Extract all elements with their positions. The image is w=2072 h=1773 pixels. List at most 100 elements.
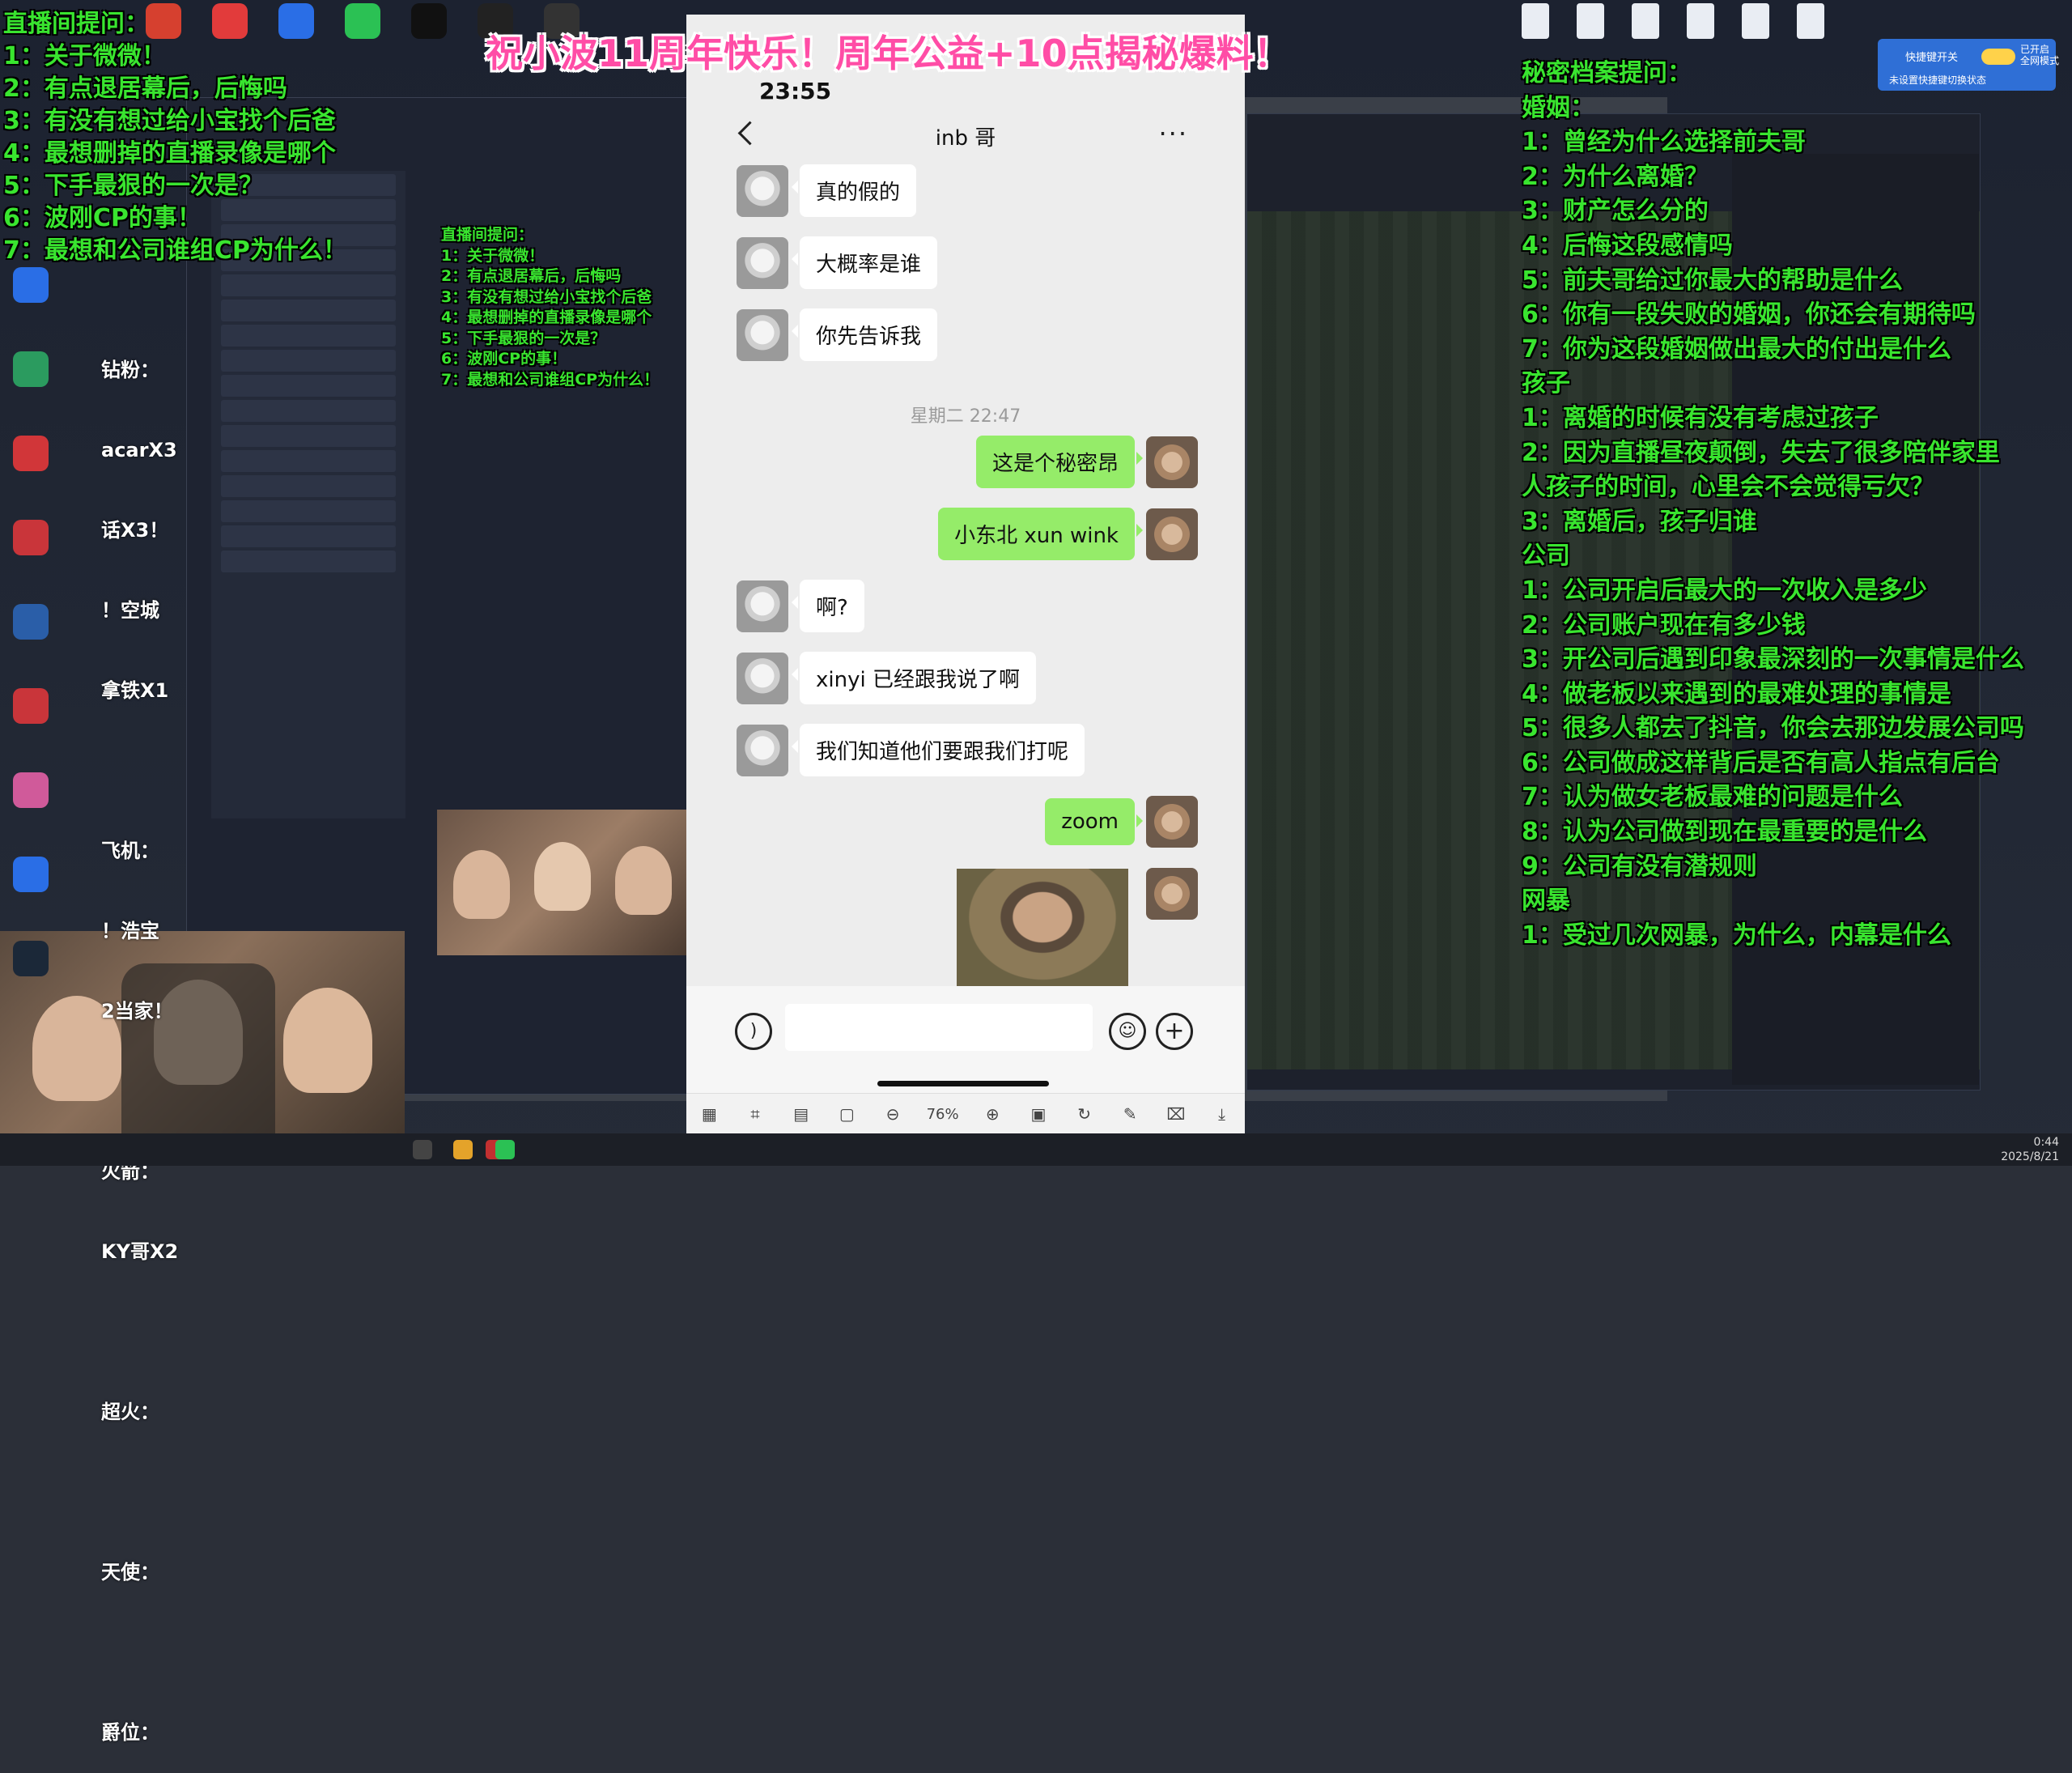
message-bubble[interactable]: 我们知道他们要跟我们打呢 [791,724,1085,776]
qq-icon[interactable] [411,3,447,39]
app-icon[interactable] [13,772,49,808]
gift-rank-line: 飞机： [101,840,159,862]
message-timestamp: 星期二 22:47 [910,406,1021,427]
gift-rank-line: KY哥X2 [101,1240,179,1263]
contact-avatar[interactable] [737,724,788,776]
overlay-line: 2：有点退居幕后，后悔吗 [441,267,622,285]
overlay-line: 网暴 [1522,886,1570,916]
gift-rank-line: 超火： [101,1401,159,1423]
overlay-line: 1：公司开启后最大的一次收入是多少 [1522,576,1927,605]
layout-icon[interactable]: ▦ [697,1102,721,1126]
message-input[interactable] [785,1004,1093,1051]
my-avatar[interactable] [1146,508,1198,560]
message-bubble[interactable]: xinyi 已经跟我说了啊 [792,652,1036,704]
message-bubble[interactable]: 大概率是谁 [791,236,938,289]
wechat-icon[interactable] [345,3,380,39]
gift-rank-list: 钻粉： acarX3 话X3！ ！空城 拿铁X1 飞机： ！浩宝 2当家！ 火箭… [101,304,178,1773]
overlay-line: 6：公司做成这样背后是否有高人指点有后台 [1522,748,2000,777]
my-avatar[interactable] [1146,796,1198,848]
more-icon[interactable]: ··· [1158,118,1188,149]
contact-avatar[interactable] [737,652,788,704]
overlay-line: 7：最想和公司谁组CP为什么！ [441,370,660,389]
overlay-line: 5：很多人都去了抖音，你会去那边发展公司吗 [1522,714,2024,743]
actual-size-icon[interactable]: ▣ [1026,1102,1051,1126]
riot-client-icon[interactable] [13,436,49,471]
zoom-level: 76% [926,1105,959,1123]
steam-icon[interactable] [13,941,49,976]
overlay-line: 3：财产怎么分的 [1522,197,1709,226]
overlay-line: 1：离婚的时候有没有考虑过孩子 [1522,403,1879,432]
file-icon[interactable] [1632,3,1659,39]
scan-icon[interactable]: ⌗ [743,1102,767,1126]
file-icon[interactable] [1797,3,1824,39]
message-row: 你先告诉我 [737,308,938,361]
overlay-line: 公司 [1522,542,1570,571]
overlay-line: 8：认为公司做到现在最重要的是什么 [1522,818,1927,847]
overlay-line: 6：波刚CP的事！ [3,204,202,232]
taskbar-clock[interactable]: 0:44 2025/8/21 [2001,1135,2059,1164]
home-indicator [877,1081,1049,1086]
app-icon[interactable] [13,604,49,640]
edit-icon[interactable]: ✎ [1118,1102,1142,1126]
clock-date: 2025/8/21 [2001,1150,2059,1163]
clock-time: 0:44 [2033,1136,2059,1149]
zoom-out-icon[interactable]: ⊖ [881,1102,905,1126]
status-bar-time: 23:55 [759,78,832,104]
nested-preview-overlay: 直播间提问： 1：关于微微！ 2：有点退居幕后，后悔吗 3：有没有想过给小宝找个… [441,225,659,390]
scene-source-list [211,171,405,818]
contact-avatar[interactable] [737,164,788,217]
file-icon[interactable] [1577,3,1604,39]
overlay-line: 2：因为直播昼夜颠倒，失去了很多陪伴家里 [1522,438,2000,467]
contact-avatar[interactable] [737,580,788,632]
gift-rank-line: 拿铁X1 [101,679,169,702]
overlay-line: 6：你有一段失败的婚姻，你还会有期待吗 [1522,300,1976,330]
plus-icon[interactable]: + [1156,1013,1193,1050]
image-viewer-toolbar: ▦ ⌗ ▤ ▢ ⊖ 76% ⊕ ▣ ↻ ✎ ⌧ ⤓ [686,1093,1245,1134]
message-bubble[interactable]: 真的假的 [791,164,917,217]
file-icon[interactable] [1522,3,1549,39]
download-icon[interactable]: ⤓ [1210,1102,1234,1126]
crop-icon[interactable]: ⌧ [1164,1102,1188,1126]
chrome-icon[interactable] [453,1140,473,1159]
rotate-icon[interactable]: ↻ [1072,1102,1097,1126]
contact-avatar[interactable] [737,236,788,289]
image-message[interactable] [957,869,1128,990]
overlay-line: 7：认为做女老板最难的问题是什么 [1522,783,1903,812]
app-icon[interactable] [13,857,49,892]
overlay-line: 5：下手最狠的一次是？ [441,329,606,347]
widget-state: 已开启 全网模式 [2020,44,2060,66]
overlay-line: 3：开公司后遇到印象最深刻的一次事情是什么 [1522,645,2024,674]
file-icon[interactable] [1687,3,1714,39]
overlay-line: 人孩子的时间，心里会不会觉得亏欠？ [1522,473,1934,502]
emoji-icon[interactable]: ☺ [1109,1013,1146,1050]
overlay-line: 6：波刚CP的事！ [441,350,567,368]
taskbar-app-icon[interactable] [413,1140,432,1159]
wechat-icon[interactable] [495,1140,515,1159]
message-bubble[interactable]: 小东北 xun wink [938,508,1143,560]
app-icon[interactable] [13,688,49,724]
chat-input-bar: ) ☺ + [686,986,1245,1108]
message-row: 啊? [737,580,864,632]
overlay-line: 5：前夫哥给过你最大的帮助是什么 [1522,266,1903,295]
message-bubble[interactable]: 啊? [792,580,864,632]
message-bubble[interactable]: zoom [1045,798,1143,845]
fit-icon[interactable]: ▢ [834,1102,859,1126]
translate-icon[interactable]: ▤ [789,1102,813,1126]
overlay-line: 7：你为这段婚姻做出最大的付出是什么 [1522,334,1951,364]
voice-icon[interactable]: ) [735,1013,772,1050]
gift-rank-line [101,1319,178,1346]
message-row: 真的假的 [737,164,917,217]
app-icon[interactable] [13,267,49,303]
file-icon[interactable] [1742,3,1769,39]
my-avatar[interactable] [1146,436,1198,488]
my-avatar[interactable] [1146,868,1198,920]
message-bubble[interactable]: 你先告诉我 [791,308,938,361]
overlay-line: 5：下手最狠的一次是？ [3,172,263,200]
zoom-in-icon[interactable]: ⊕ [980,1102,1004,1126]
gift-rank-line [101,1479,178,1506]
message-bubble[interactable]: 这是个秘密昂 [975,436,1144,488]
overlay-line: 2：为什么离婚？ [1522,162,1709,191]
league-icon[interactable] [13,520,49,555]
app-icon[interactable] [13,351,49,387]
contact-avatar[interactable] [737,308,788,361]
